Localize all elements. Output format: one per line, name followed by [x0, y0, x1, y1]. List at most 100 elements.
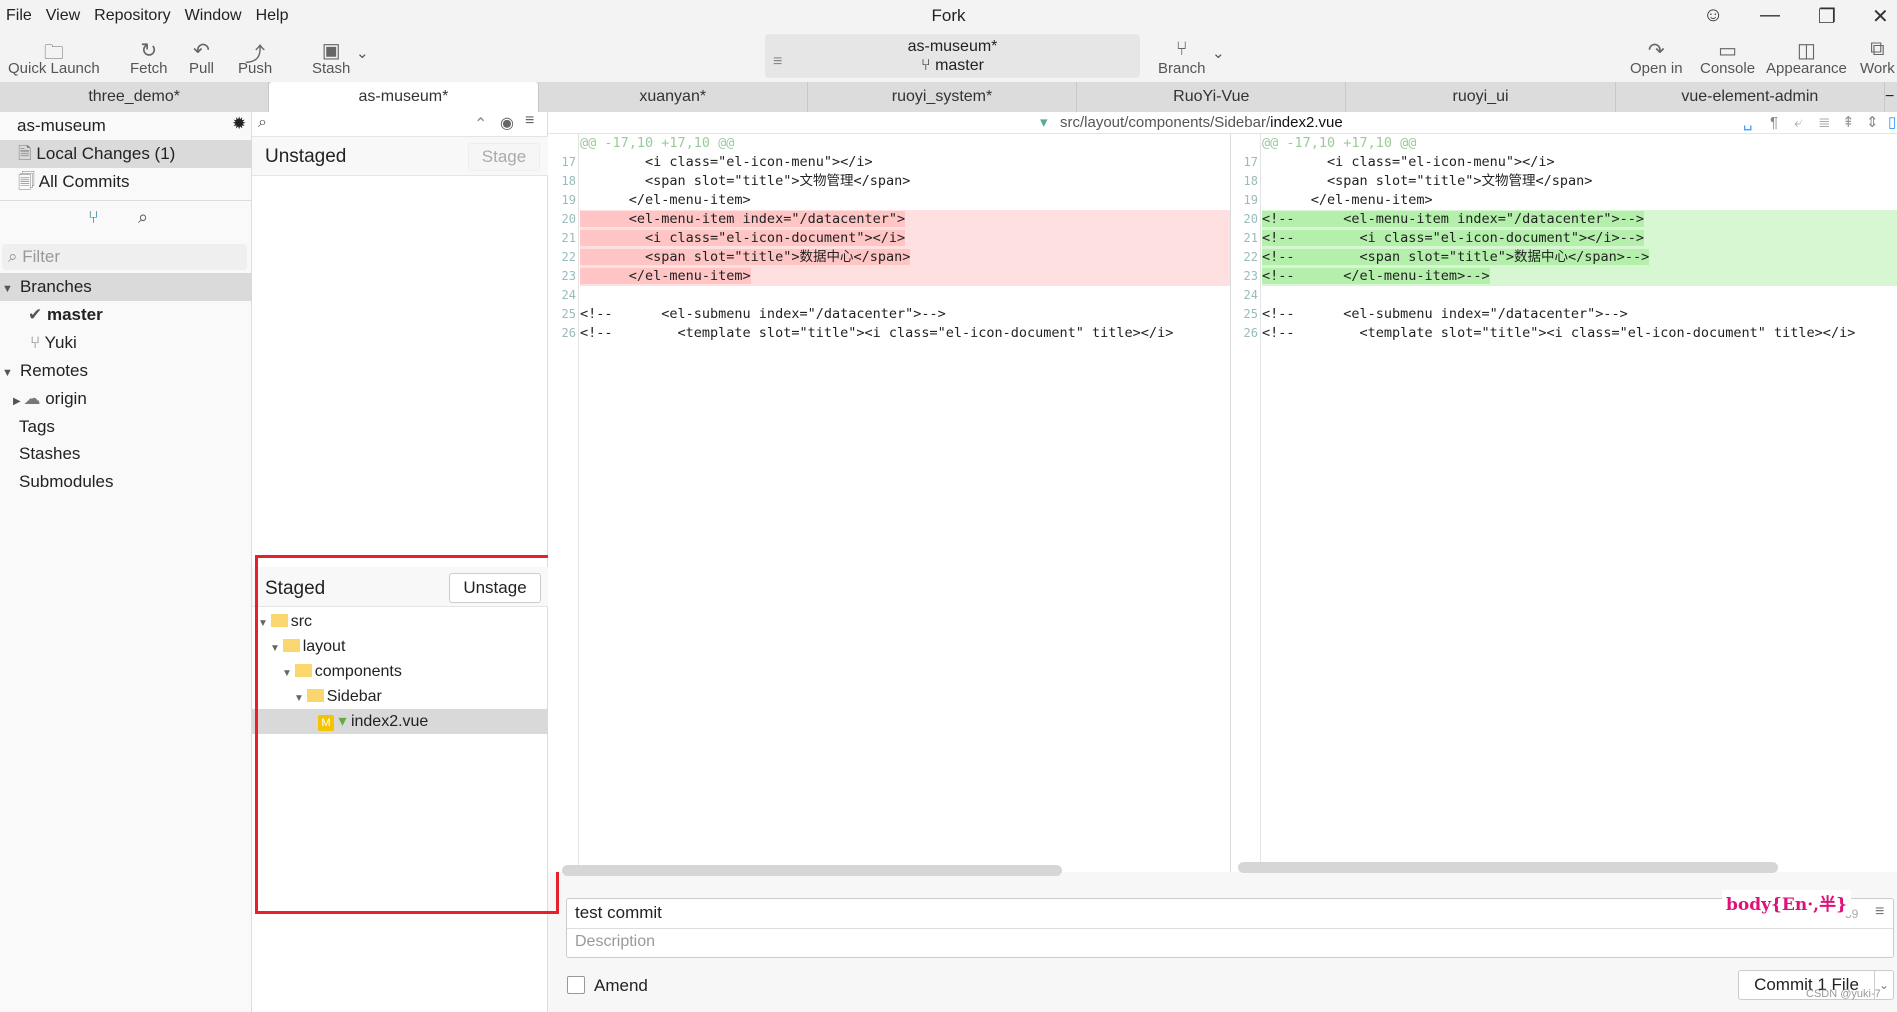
- code-text: <i class="el-icon-menu"></i>: [580, 154, 873, 170]
- workspace-button[interactable]: ⧉ Work: [1860, 38, 1895, 77]
- appearance-button[interactable]: ◫ Appearance: [1766, 38, 1847, 77]
- gear-icon[interactable]: ✹: [232, 114, 246, 134]
- sidebar-section-branches[interactable]: ▼ Branches: [0, 273, 252, 301]
- line-number: 23: [1243, 269, 1258, 283]
- branch-icon: ⑂: [30, 333, 45, 352]
- repository-selector[interactable]: ≡ as-museum* ⑂ master: [765, 34, 1140, 78]
- tab-ruoyi_ui[interactable]: ruoyi_ui: [1346, 82, 1616, 112]
- minimize-button[interactable]: —: [1760, 4, 1780, 27]
- search-icon[interactable]: ⌕: [258, 114, 267, 132]
- watermark: CSDN @yuki-7: [1806, 988, 1881, 1000]
- sidebar-item-local-changes[interactable]: 🗎 Local Changes (1): [0, 140, 252, 168]
- tab-three_demo[interactable]: three_demo*: [0, 82, 270, 112]
- label: Push: [238, 60, 273, 77]
- repo-name: as-museum*: [907, 38, 998, 55]
- message-options-icon[interactable]: ≡: [1875, 903, 1884, 921]
- split-view-icon[interactable]: ▯: [1888, 112, 1896, 134]
- whitespace-icon[interactable]: ␣: [1743, 112, 1753, 134]
- code-text: <i class="el-icon-document"></i>: [580, 230, 906, 246]
- branch-icon: ⑂: [921, 57, 936, 74]
- stash-dropdown-chevron-icon[interactable]: ⌄: [356, 44, 369, 62]
- local-changes-icon: 🗎: [18, 144, 37, 163]
- code-line: <!-- <template slot="title"><i class="el…: [580, 324, 1230, 343]
- line-number: 19: [561, 193, 576, 207]
- tab-vueelementadmin[interactable]: vue-element-admin: [1616, 82, 1885, 112]
- line-number: 26: [1243, 326, 1258, 340]
- commit-subject-input[interactable]: test commit: [575, 903, 662, 923]
- code-line: <span slot="title">文物管理</span>: [580, 172, 1230, 191]
- branch-item-master[interactable]: ✔ master: [0, 301, 252, 329]
- sidebar-section-stashes[interactable]: Stashes: [0, 440, 252, 468]
- code-text: <!-- <el-submenu index="/datacenter">-->: [580, 306, 946, 322]
- maximize-button[interactable]: ❐: [1818, 4, 1836, 29]
- code-line: <!-- <template slot="title"><i class="el…: [1262, 324, 1897, 343]
- wrap-icon[interactable]: ⤶: [1794, 112, 1802, 134]
- code-text: <i class="el-icon-menu"></i>: [1262, 154, 1555, 170]
- quick-launch-button[interactable]: 🗀 Quick Launch: [8, 38, 100, 77]
- caret-down-icon: ▼: [2, 283, 16, 295]
- open-in-button[interactable]: ↷ Open in: [1630, 38, 1683, 77]
- deleted-line: <el-menu-item index="/datacenter">: [580, 210, 1230, 229]
- tabs-overflow-button[interactable]: −: [1885, 82, 1897, 112]
- branch-dropdown-chevron-icon[interactable]: ⌄: [1212, 44, 1225, 62]
- tab-xuanyan[interactable]: xuanyan*: [539, 82, 808, 112]
- label: Branches: [19, 277, 92, 296]
- line-number: 23: [561, 269, 576, 283]
- label: Appearance: [1766, 60, 1847, 77]
- line-number: 21: [561, 231, 576, 245]
- amend-checkbox[interactable]: [567, 976, 585, 994]
- pull-button[interactable]: ↶ Pull: [189, 38, 214, 77]
- indent-icon[interactable]: ≣: [1818, 112, 1831, 134]
- line-number: 24: [561, 288, 576, 302]
- sidebar-item-all-commits[interactable]: 🗐 All Commits: [0, 168, 252, 196]
- code-text: <!-- <template slot="title"><i class="el…: [1262, 325, 1856, 341]
- deleted-line: <span slot="title">数据中心</span>: [580, 248, 1230, 267]
- code-line: <i class="el-icon-menu"></i>: [580, 153, 1230, 172]
- remote-item-origin[interactable]: ▶ ☁ origin: [0, 385, 252, 413]
- stage-button[interactable]: Stage: [468, 143, 540, 171]
- tab-asmuseum[interactable]: as-museum*: [269, 82, 539, 112]
- path-file: index2.vue: [1270, 114, 1343, 131]
- label: Yuki: [44, 333, 77, 352]
- sidebar-section-tags[interactable]: Tags: [0, 413, 252, 441]
- line-number: 20: [1243, 212, 1258, 226]
- code-text: </el-menu-item>: [580, 268, 751, 284]
- tab-ruoyi_system[interactable]: ruoyi_system*: [808, 82, 1078, 112]
- caret-right-icon: ▶: [13, 396, 24, 407]
- description-input[interactable]: Description: [575, 933, 655, 951]
- search-icon[interactable]: ⌕: [138, 207, 148, 228]
- filter-input[interactable]: ⌕ Filter: [2, 244, 247, 270]
- sidebar-section-remotes[interactable]: ▼ Remotes: [0, 357, 252, 385]
- left-horizontal-scrollbar[interactable]: [562, 865, 1062, 876]
- close-button[interactable]: ✕: [1872, 4, 1889, 29]
- options-lines-icon[interactable]: ≡: [525, 112, 534, 130]
- branch-button[interactable]: ⑂ Branch: [1158, 38, 1206, 77]
- expand-context-icon[interactable]: ⇞: [1842, 112, 1855, 134]
- branches-view-branch-icon[interactable]: ⑂: [88, 207, 99, 228]
- vue-file-icon: ▾: [1040, 114, 1048, 131]
- branch-item-yuki[interactable]: ⑂ Yuki: [0, 329, 252, 357]
- code-line: <i class="el-icon-menu"></i>: [1262, 153, 1897, 172]
- collapse-all-icon[interactable]: ⌃: [474, 114, 487, 134]
- line-number: 17: [561, 155, 576, 169]
- code-text: <span slot="title">文物管理</span>: [1262, 173, 1593, 189]
- label: Branch: [1158, 60, 1206, 77]
- folder-icon: 🗀: [43, 42, 64, 64]
- label: Stash: [312, 60, 351, 77]
- right-horizontal-scrollbar[interactable]: [1238, 862, 1778, 873]
- line-spacing-icon[interactable]: ⇕: [1866, 112, 1879, 134]
- pilcrow-icon[interactable]: ¶: [1770, 112, 1778, 134]
- line-number: 17: [1243, 155, 1258, 169]
- diff-view: ▾ src/layout/components/Sidebar/index2.v…: [548, 112, 1897, 876]
- feedback-smiley-icon[interactable]: ☺: [1703, 4, 1723, 27]
- fetch-button[interactable]: ↻ Fetch: [130, 38, 168, 77]
- tab-ruoyivue[interactable]: RuoYi-Vue: [1077, 82, 1347, 112]
- stash-button[interactable]: ▣ Stash: [312, 38, 350, 77]
- label: Remotes: [19, 361, 88, 380]
- push-button[interactable]: ⤴ Push: [238, 38, 272, 77]
- console-button[interactable]: ▭ Console: [1700, 38, 1755, 77]
- eye-icon[interactable]: ◉: [500, 113, 514, 133]
- label: Console: [1700, 60, 1756, 77]
- sidebar-section-submodules[interactable]: Submodules: [0, 468, 252, 496]
